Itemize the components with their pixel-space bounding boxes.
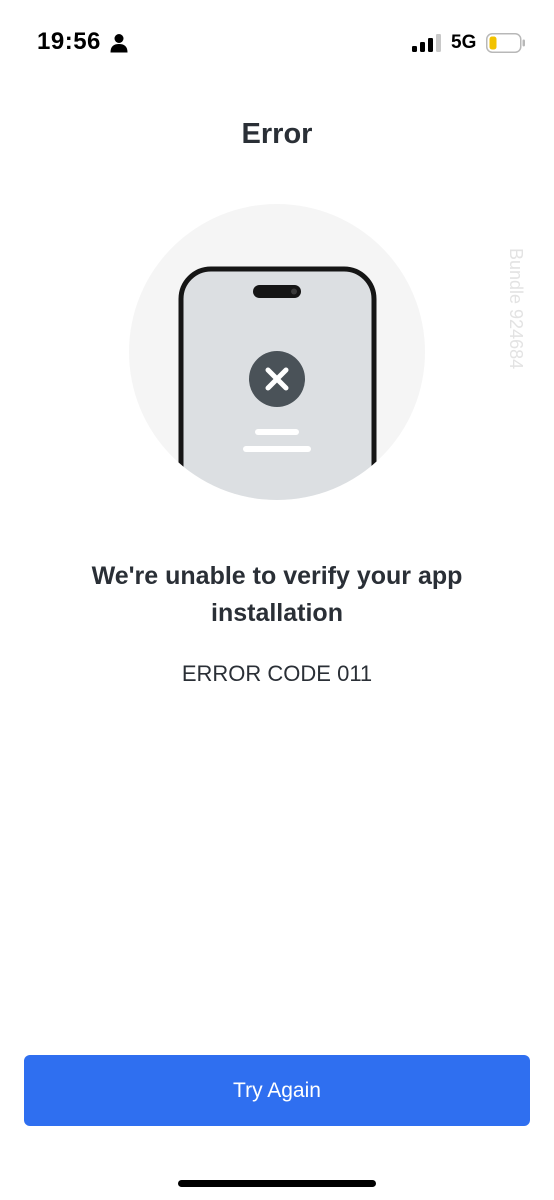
error-headline: We're unable to verify your app installa… xyxy=(91,562,463,627)
page-title: Error xyxy=(241,118,313,150)
bundle-watermark: Bundle 924684 xyxy=(506,248,526,370)
placeholder-line xyxy=(243,446,311,452)
placeholder-line xyxy=(255,429,299,435)
status-time: 19:56 xyxy=(37,28,101,55)
home-indicator[interactable] xyxy=(178,1180,376,1187)
phone-error-icon xyxy=(249,351,305,407)
battery-low-icon xyxy=(486,33,525,53)
try-again-button[interactable]: Try Again xyxy=(24,1055,530,1126)
cellular-signal-icon xyxy=(412,34,441,52)
person-icon xyxy=(110,34,128,53)
status-bar: 19:56 5G xyxy=(0,0,554,86)
network-type-label: 5G xyxy=(451,32,477,53)
phone-error-illustration xyxy=(129,204,425,500)
error-code: ERROR CODE 011 xyxy=(181,661,373,686)
